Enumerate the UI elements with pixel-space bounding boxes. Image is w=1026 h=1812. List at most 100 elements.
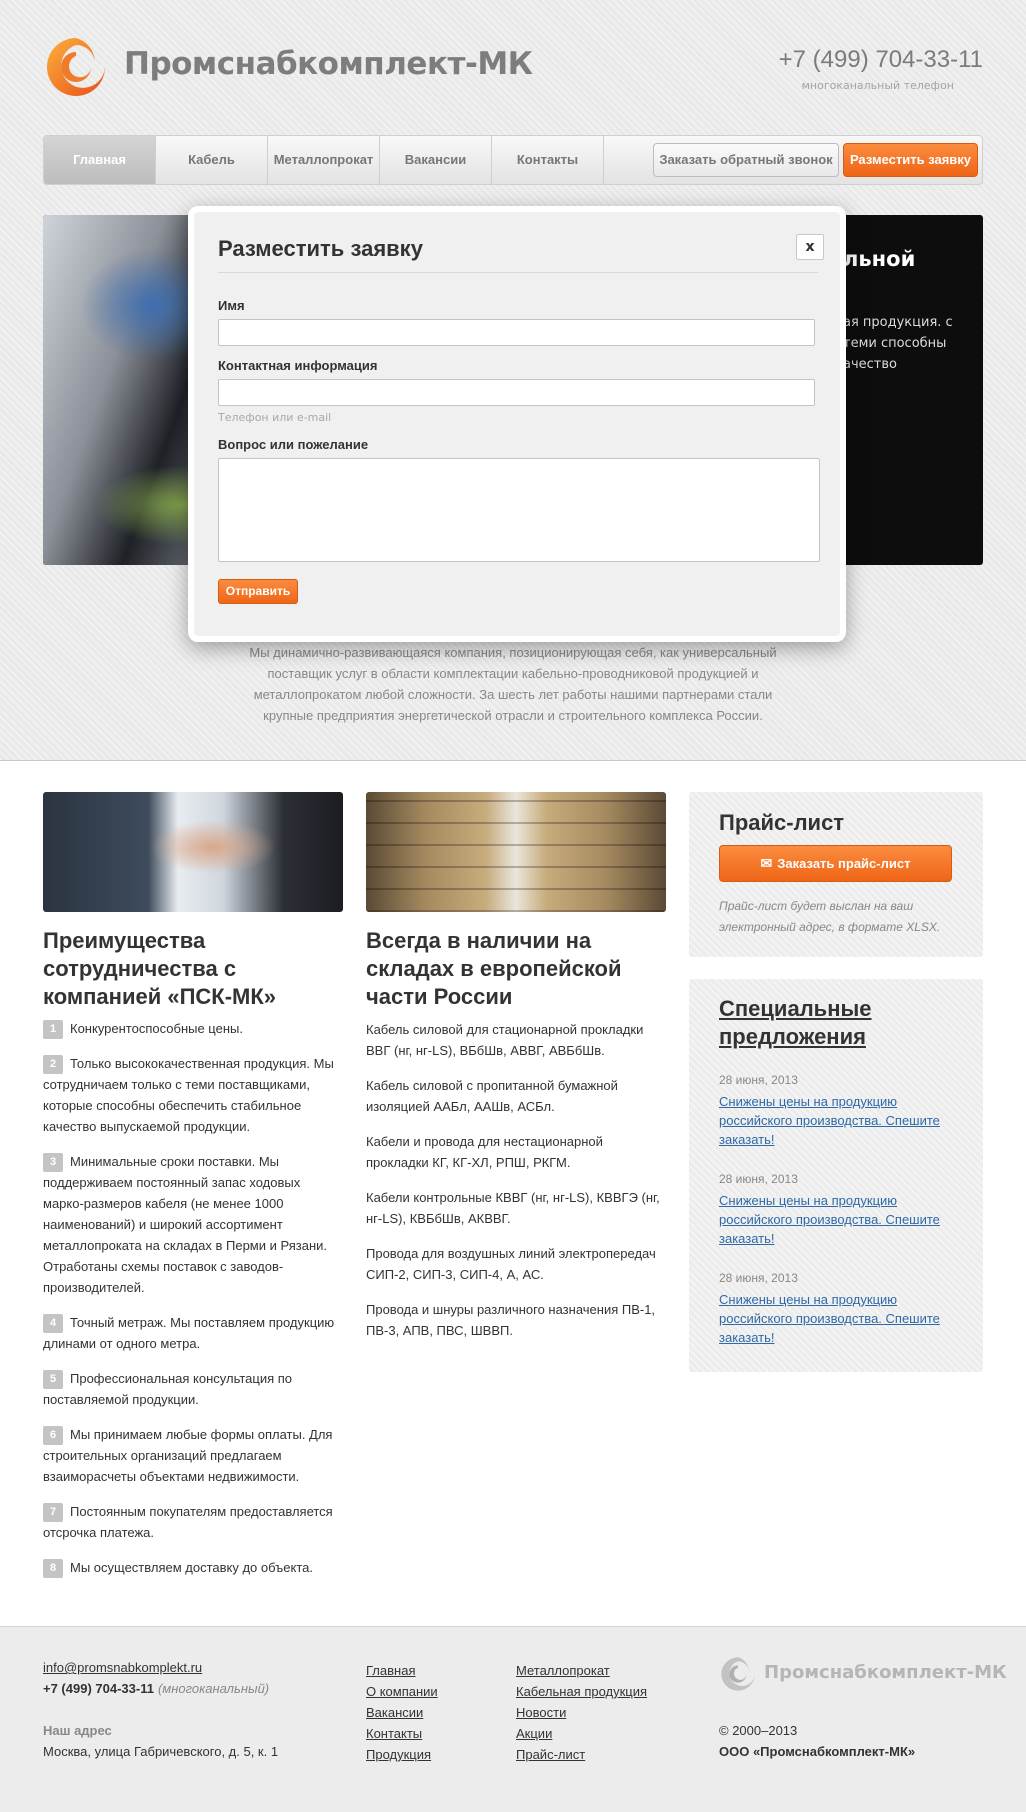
request-modal: Разместить заявку x Имя Контактная инфор… [188,206,846,642]
list-item: 7 Постоянным покупателям предоставляется … [43,1501,343,1543]
footer-link-home[interactable]: Главная [366,1660,438,1681]
order-price-list-button[interactable]: ✉ Заказать прайс-лист [719,845,952,882]
slider-text: ая продукция. с теми способны ачество [843,315,953,372]
list-item: Кабель силовой с пропитанной бумажной из… [366,1078,618,1114]
list-number: 1 [43,1020,63,1039]
offer-item: 28 июня, 2013 Снижены цены на продукцию … [719,1073,959,1149]
footer-link-vacancies[interactable]: Вакансии [366,1702,438,1723]
offer-link[interactable]: Снижены цены на продукцию российского пр… [719,1092,959,1149]
list-text: Только высококачественная продукция. Мы … [43,1056,334,1134]
list-number: 5 [43,1370,63,1389]
name-field[interactable] [218,319,815,346]
list-number: 7 [43,1503,63,1522]
contact-field[interactable] [218,379,815,406]
list-text: Точный метраж. Мы поставляем продукцию д… [43,1315,335,1351]
question-field[interactable] [218,458,820,562]
footer-logo-icon [721,1657,755,1691]
list-number: 8 [43,1559,63,1578]
logo-swirl-icon[interactable] [43,34,109,100]
offer-date: 28 июня, 2013 [719,1172,798,1186]
stock-list: Кабель силовой для стационарной прокладк… [366,1019,666,1355]
footer-email-link[interactable]: info@promsnabkomplekt.ru [43,1660,202,1675]
list-item: 3 Минимальные сроки поставки. Мы поддержи… [43,1151,343,1298]
envelope-icon: ✉ [760,855,773,871]
list-item: 1 Конкурентоспособные цены. [43,1018,343,1039]
contact-label: Контактная информация [218,358,378,373]
footer-link-pricelist[interactable]: Прайс-лист [516,1744,647,1765]
footer-links-col2: Металлопрокат Кабельная продукция Новост… [516,1660,647,1765]
footer-links-col1: Главная О компании Вакансии Контакты Про… [366,1660,438,1765]
list-number: 6 [43,1426,63,1445]
list-item: Провода и шнуры различного назначения ПВ… [366,1302,656,1338]
advantages-list: 1 Конкурентоспособные цены. 2 Только высок… [43,1018,343,1592]
slider-title: льной [843,247,916,271]
list-item: Кабели контрольные КВВГ (нг, нг-LS), КВВ… [366,1190,660,1226]
footer-link-cable[interactable]: Кабельная продукция [516,1681,647,1702]
list-item: Провода для воздушных линий электроперед… [366,1246,656,1282]
footer: info@promsnabkomplekt.ru +7 (499) 704-33… [0,1626,1026,1812]
footer-link-about[interactable]: О компании [366,1681,438,1702]
modal-divider [218,272,818,273]
list-item: 8 Мы осуществляем доставку до объекта. [43,1557,343,1578]
list-text: Мы принимаем любые формы оплаты. Для стр… [43,1427,333,1484]
footer-logo-text: Промснабкомплект-МК [764,1662,1007,1683]
footer-copyright: © 2000–2013 [719,1723,798,1738]
header-phone-note: многоканальный телефон [801,79,954,92]
list-item: Кабели и провода для нестационарной прок… [366,1134,603,1170]
modal-title: Разместить заявку [218,236,423,261]
footer-link-promo[interactable]: Акции [516,1723,647,1744]
question-label: Вопрос или пожелание [218,437,369,452]
list-text: Профессиональная консультация по поставл… [43,1371,293,1407]
header-area: Промснабкомплект-МК +7 (499) 704-33-11 м… [0,0,1026,761]
special-offers-title[interactable]: Специальные предложения [719,995,959,1051]
footer-address: Москва, улица Габричевского, д. 5, к. 1 [43,1744,279,1759]
request-button[interactable]: Разместить заявку [843,143,978,177]
footer-phone-note: (многоканальный) [157,1681,270,1696]
nav-item-metal[interactable]: Металлопрокат [268,136,380,184]
list-text: Постоянным покупателям предоставляется о… [43,1504,333,1540]
offer-item: 28 июня, 2013 Снижены цены на продукцию … [719,1172,959,1248]
list-item: 2 Только высококачественная продукция. Мы… [43,1053,343,1137]
header-phone: +7 (499) 704-33-11 [778,46,983,73]
offer-link[interactable]: Снижены цены на продукцию российского пр… [719,1191,959,1248]
intro-text: Мы динамично-развивающаяся компания, поз… [249,645,777,723]
nav-item-cable[interactable]: Кабель [156,136,268,184]
list-item: 4 Точный метраж. Мы поставляем продукцию … [43,1312,343,1354]
close-icon[interactable]: x [796,234,824,260]
submit-button[interactable]: Отправить [218,579,298,604]
list-text: Мы осуществляем доставку до объекта. [70,1560,313,1575]
list-item: 6 Мы принимаем любые формы оплаты. Для ст… [43,1424,343,1487]
list-text: Минимальные сроки поставки. Мы поддержив… [43,1154,328,1295]
name-label: Имя [218,298,245,313]
footer-link-contacts[interactable]: Контакты [366,1723,438,1744]
warehouse-image [366,792,666,912]
list-number: 2 [43,1055,63,1074]
footer-link-products[interactable]: Продукция [366,1744,438,1765]
offer-link[interactable]: Снижены цены на продукцию российского пр… [719,1290,959,1347]
nav-item-contacts[interactable]: Контакты [492,136,604,184]
handshake-image [43,792,343,912]
main-nav: Главная Кабель Металлопрокат Вакансии Ко… [43,135,983,185]
offer-date: 28 июня, 2013 [719,1271,798,1285]
logo-text[interactable]: Промснабкомплект-МК [124,46,533,82]
list-number: 3 [43,1153,63,1172]
special-offers-box: Специальные предложения 28 июня, 2013 Сн… [689,979,983,1372]
footer-company: ООО «Промснабкомплект-МК» [719,1744,916,1759]
nav-item-home[interactable]: Главная [44,136,156,184]
price-list-box: Прайс-лист ✉ Заказать прайс-лист Прайс-ли… [689,792,983,957]
list-item: Кабель силовой для стационарной прокладк… [366,1022,644,1058]
offer-date: 28 июня, 2013 [719,1073,798,1087]
price-list-note: Прайс-лист будет выслан на ваш электронн… [719,899,941,934]
footer-phone-number: +7 (499) 704-33-11 [43,1681,154,1696]
order-price-list-label: Заказать прайс-лист [777,856,911,871]
offer-item: 28 июня, 2013 Снижены цены на продукцию … [719,1271,959,1347]
callback-button[interactable]: Заказать обратный звонок [653,143,839,177]
footer-phone: +7 (499) 704-33-11 (многоканальный) [43,1681,269,1696]
list-text: Конкурентоспособные цены. [70,1021,243,1036]
footer-link-news[interactable]: Новости [516,1702,647,1723]
stock-heading: Всегда в наличии на складах в европейско… [366,928,622,1009]
footer-address-label: Наш адрес [43,1723,112,1738]
nav-item-vacancies[interactable]: Вакансии [380,136,492,184]
contact-hint: Телефон или e-mail [218,411,332,424]
footer-link-metal[interactable]: Металлопрокат [516,1660,647,1681]
